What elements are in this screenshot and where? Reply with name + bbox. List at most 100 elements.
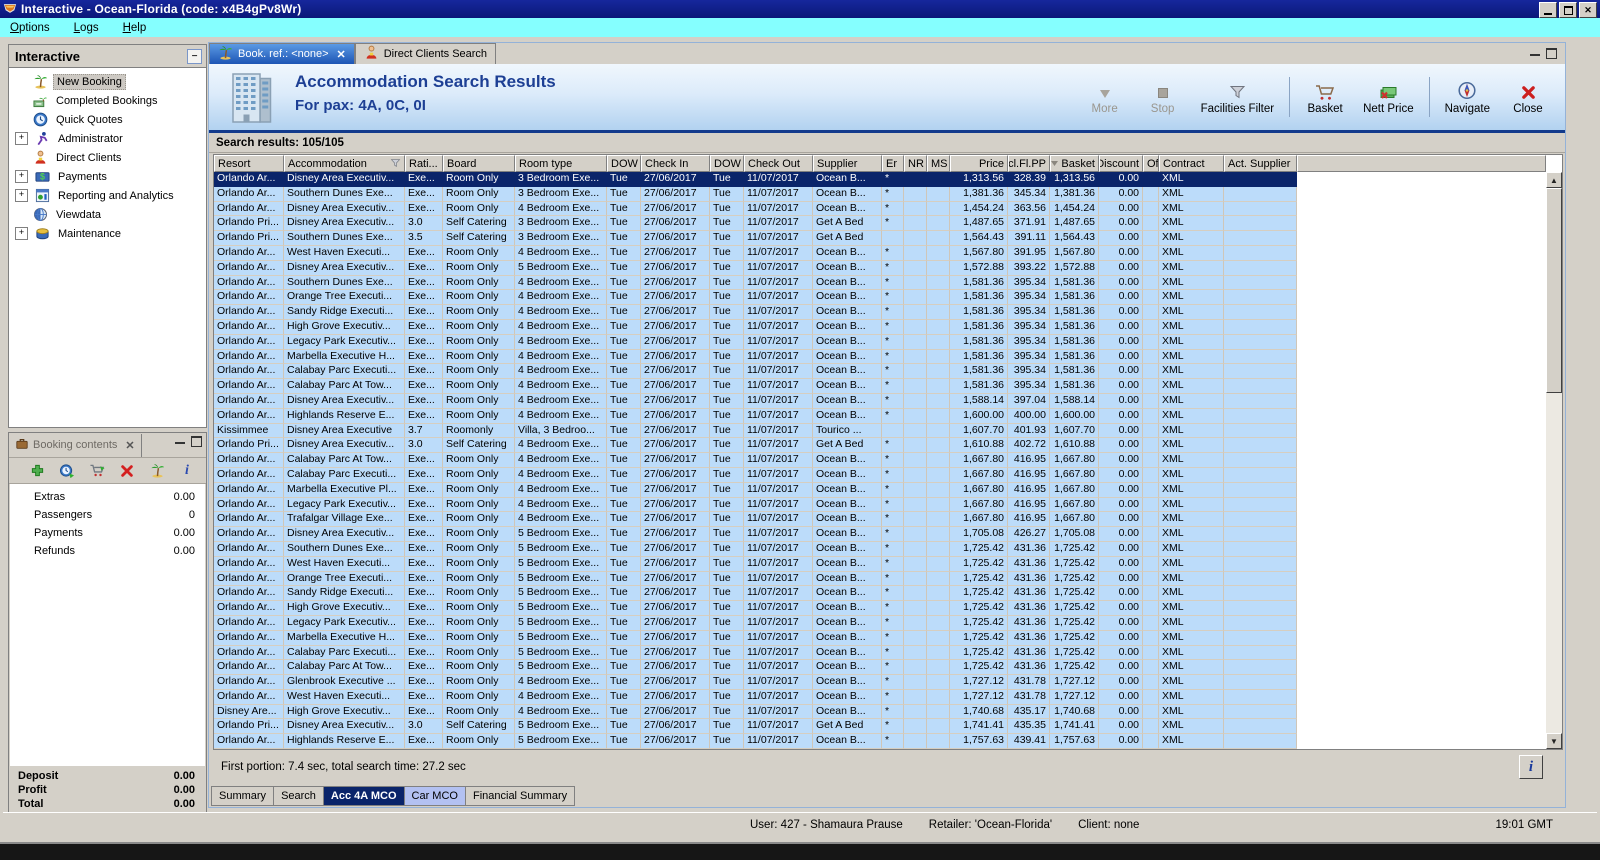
bottom-tab-financial-summary[interactable]: Financial Summary (466, 786, 575, 806)
table-row[interactable]: Orlando Ar...Calabay Parc Executi...Exe.… (214, 364, 1546, 379)
bottom-tab-summary[interactable]: Summary (211, 786, 274, 806)
table-row[interactable]: Orlando Ar...Southern Dunes Exe...Exe...… (214, 542, 1546, 557)
table-row[interactable]: Orlando Ar...Trafalgar Village Exe...Exe… (214, 512, 1546, 527)
table-row[interactable]: Disney Are...High Grove Executiv...Exe..… (214, 705, 1546, 720)
sidebar-item-payments[interactable]: +$Payments (9, 167, 206, 186)
table-row[interactable]: Orlando Pri...Disney Area Executiv...3.0… (214, 438, 1546, 453)
table-row[interactable]: Orlando Ar...Disney Area Executiv...Exe.… (214, 527, 1546, 542)
tab-book-ref-none-[interactable]: Book. ref.: <none>✕ (209, 43, 355, 64)
table-row[interactable]: Orlando Ar...Glenbrook Executive ...Exe.… (214, 675, 1546, 690)
close-button[interactable]: Close (1499, 78, 1557, 117)
expand-icon[interactable]: + (15, 227, 28, 240)
table-row[interactable]: Orlando Ar...Legacy Park Executiv...Exe.… (214, 498, 1546, 513)
info-icon[interactable]: i (178, 462, 196, 480)
table-row[interactable]: Orlando Ar...Calabay Parc Executi...Exe.… (214, 646, 1546, 661)
table-row[interactable]: Orlando Ar...Disney Area Executiv...Exe.… (214, 394, 1546, 409)
table-row[interactable]: Orlando Ar...Orange Tree Executi...Exe..… (214, 572, 1546, 587)
facilities-filter-button[interactable]: Facilities Filter (1192, 78, 1283, 117)
palm-tree-icon[interactable] (148, 462, 166, 480)
booking-contents-tab[interactable]: Booking contents ✕ (9, 434, 142, 457)
bottom-tab-search[interactable]: Search (274, 786, 324, 806)
refresh-clock-icon[interactable] (58, 462, 76, 480)
column-header-supplier[interactable]: Supplier (813, 155, 882, 172)
more-button[interactable]: More (1076, 78, 1134, 117)
basket-button[interactable]: Basket (1296, 78, 1354, 117)
menu-item-options[interactable]: Options (8, 20, 60, 36)
workspace-maximize-icon[interactable] (1546, 48, 1557, 59)
table-row[interactable]: Orlando Ar...Sandy Ridge Executi...Exe..… (214, 305, 1546, 320)
collapse-panel-button[interactable]: − (187, 49, 202, 64)
expand-icon[interactable]: + (15, 189, 28, 202)
bottom-tab-car-mco[interactable]: Car MCO (405, 786, 466, 806)
column-header-resort[interactable]: Resort (214, 155, 284, 172)
table-row[interactable]: KissimmeeDisney Area Executive3.7Roomonl… (214, 424, 1546, 439)
sidebar-item-quick-quotes[interactable]: Quick Quotes (9, 110, 206, 129)
table-row[interactable]: Orlando Ar...Calabay Parc At Tow...Exe..… (214, 660, 1546, 675)
table-row[interactable]: Orlando Ar...Disney Area Executiv...Exe.… (214, 261, 1546, 276)
column-header-contract[interactable]: Contract (1159, 155, 1224, 172)
menu-item-logs[interactable]: Logs (72, 20, 109, 36)
delete-icon[interactable] (118, 462, 136, 480)
menu-item-help[interactable]: Help (121, 20, 157, 36)
sidebar-item-direct-clients[interactable]: Direct Clients (9, 148, 206, 167)
column-header-price[interactable]: Price (950, 155, 1008, 172)
close-window-button[interactable]: ✕ (1579, 2, 1597, 18)
filter-funnel-icon[interactable] (390, 158, 401, 171)
table-row[interactable]: Orlando Ar...West Haven Executi...Exe...… (214, 690, 1546, 705)
panel-minimize-icon[interactable] (175, 439, 185, 444)
column-header-rati-[interactable]: Rati... (405, 155, 443, 172)
table-row[interactable]: Orlando Ar...Highlands Reserve E...Exe..… (214, 734, 1546, 749)
table-row[interactable]: Orlando Ar...Legacy Park Executiv...Exe.… (214, 335, 1546, 350)
column-header-basket[interactable]: Basket (1050, 155, 1099, 172)
table-row[interactable]: Orlando Ar...West Haven Executi...Exe...… (214, 246, 1546, 261)
nett-price-button[interactable]: Nett Price (1354, 78, 1423, 117)
move-to-basket-icon[interactable] (88, 462, 106, 480)
table-row[interactable]: Orlando Ar...Calabay Parc At Tow...Exe..… (214, 453, 1546, 468)
close-booking-contents-icon[interactable]: ✕ (125, 439, 134, 452)
column-header-board[interactable]: Board (443, 155, 515, 172)
column-header-check-out[interactable]: Check Out (744, 155, 813, 172)
column-header-room-type[interactable]: Room type (515, 155, 607, 172)
column-header-accommodation[interactable]: Accommodation (284, 155, 405, 172)
minimize-button[interactable] (1539, 2, 1557, 18)
bottom-tab-acc-4a-mco[interactable]: Acc 4A MCO (324, 786, 405, 806)
column-header-check-in[interactable]: Check In (641, 155, 710, 172)
table-row[interactable]: Orlando Pri...Disney Area Executiv...3.0… (214, 719, 1546, 734)
tab-direct-clients-search[interactable]: Direct Clients Search (355, 43, 496, 64)
table-row[interactable]: Orlando Ar...Marbella Executive Pl...Exe… (214, 483, 1546, 498)
restore-button[interactable] (1559, 2, 1577, 18)
sidebar-item-administrator[interactable]: +Administrator (9, 129, 206, 148)
info-button[interactable]: i (1519, 755, 1543, 779)
table-row[interactable]: Orlando Ar...High Grove Executiv...Exe..… (214, 320, 1546, 335)
table-row[interactable]: Orlando Ar...Marbella Executive H...Exe.… (214, 631, 1546, 646)
table-row[interactable]: Orlando Ar...West Haven Executi...Exe...… (214, 557, 1546, 572)
scroll-down-icon[interactable]: ▼ (1546, 733, 1562, 749)
sidebar-item-reporting-and-analytics[interactable]: +Reporting and Analytics (9, 186, 206, 205)
column-header-act-supplier[interactable]: Act. Supplier (1224, 155, 1297, 172)
scroll-up-icon[interactable]: ▲ (1546, 172, 1562, 188)
table-row[interactable]: Orlando Ar...Highlands Reserve E...Exe..… (214, 409, 1546, 424)
table-row[interactable]: Orlando Ar...Disney Area Executiv...Exe.… (214, 202, 1546, 217)
add-icon[interactable] (28, 462, 46, 480)
workspace-minimize-icon[interactable] (1530, 51, 1540, 56)
column-header-er[interactable]: Er (882, 155, 904, 172)
scrollbar-thumb[interactable] (1546, 188, 1562, 393)
column-header-discount[interactable]: Discount (1099, 155, 1143, 172)
panel-maximize-icon[interactable] (191, 436, 202, 447)
column-header-nr[interactable]: NR (904, 155, 927, 172)
table-row[interactable]: Orlando Ar...Sandy Ridge Executi...Exe..… (214, 586, 1546, 601)
sidebar-item-viewdata[interactable]: Viewdata (9, 205, 206, 224)
expand-icon[interactable]: + (15, 132, 28, 145)
column-header-ms[interactable]: MS (927, 155, 950, 172)
table-row[interactable]: Orlando Ar...Marbella Executive H...Exe.… (214, 350, 1546, 365)
close-tab-icon[interactable]: ✕ (337, 48, 346, 61)
sidebar-item-new-booking[interactable]: New Booking (9, 72, 206, 91)
table-row[interactable]: Orlando Ar...Legacy Park Executiv...Exe.… (214, 616, 1546, 631)
table-row[interactable]: Orlando Ar...Orange Tree Executi...Exe..… (214, 290, 1546, 305)
stop-button[interactable]: Stop (1134, 78, 1192, 117)
expand-icon[interactable]: + (15, 170, 28, 183)
table-row[interactable]: Orlando Pri...Disney Area Executiv...3.0… (214, 216, 1546, 231)
navigate-button[interactable]: Navigate (1436, 78, 1499, 117)
table-scrollbar[interactable]: ▲ ▼ (1546, 172, 1562, 749)
table-row[interactable]: Orlando Ar...Calabay Parc Executi...Exe.… (214, 468, 1546, 483)
